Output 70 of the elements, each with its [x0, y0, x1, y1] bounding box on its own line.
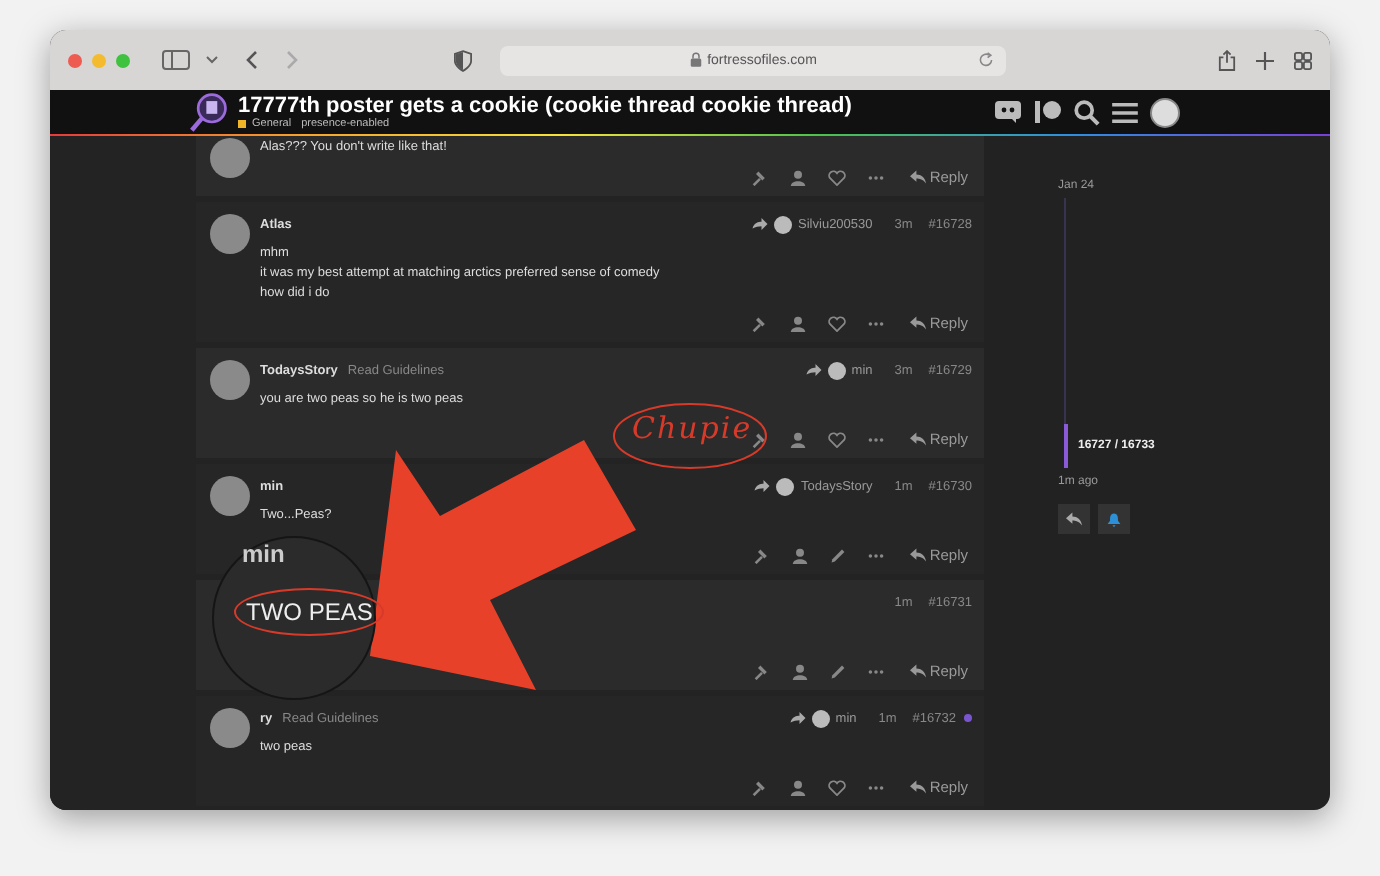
reply-arrow-icon	[805, 364, 822, 376]
shield-icon[interactable]	[454, 49, 472, 71]
gavel-icon[interactable]	[751, 431, 768, 447]
gavel-icon[interactable]	[753, 547, 770, 563]
reply-arrow-icon	[909, 780, 926, 794]
timeline-track[interactable]	[1064, 198, 1066, 468]
reply-arrow-icon	[909, 432, 926, 446]
search-icon[interactable]	[1074, 99, 1100, 125]
reply-arrow-icon	[754, 480, 771, 492]
magnifier-logo-icon[interactable]	[190, 92, 230, 132]
gavel-icon[interactable]	[751, 169, 768, 185]
reply-arrow-icon	[752, 218, 769, 230]
person-icon[interactable]	[789, 431, 806, 447]
reload-icon[interactable]	[978, 52, 994, 68]
person-icon[interactable]	[789, 169, 806, 185]
heart-icon[interactable]	[827, 169, 846, 185]
menu-icon[interactable]	[1112, 101, 1138, 123]
avatar[interactable]	[210, 360, 250, 400]
gavel-icon[interactable]	[751, 779, 768, 795]
reply-arrow-icon	[909, 664, 926, 678]
chevron-down-icon[interactable]	[206, 56, 218, 64]
topic-title[interactable]: 17777th poster gets a cookie (cookie thread cookie thread)	[238, 93, 852, 117]
avatar[interactable]	[210, 138, 250, 178]
handwritten-annotation: Chupie	[632, 410, 753, 446]
reply-arrow-icon	[1066, 512, 1082, 526]
reply-button[interactable]	[1058, 504, 1090, 534]
person-icon[interactable]	[789, 315, 806, 331]
person-icon[interactable]	[791, 663, 808, 679]
close-button[interactable]	[68, 53, 82, 67]
magnified-author-name: min	[242, 540, 287, 568]
back-icon[interactable]	[246, 50, 258, 70]
gavel-icon[interactable]	[751, 315, 768, 331]
sidebar-icon[interactable]	[162, 50, 190, 70]
category-color-square	[238, 120, 246, 128]
avatar[interactable]	[210, 476, 250, 516]
patreon-icon[interactable]	[1034, 100, 1062, 124]
reply-arrow-icon	[909, 170, 926, 184]
heart-icon[interactable]	[827, 315, 846, 331]
tabs-icon[interactable]	[1294, 51, 1312, 69]
heart-icon[interactable]	[827, 779, 846, 795]
reply-arrow-icon	[909, 548, 926, 562]
lock-icon	[689, 52, 702, 68]
person-icon[interactable]	[789, 779, 806, 795]
more-icon[interactable]	[867, 667, 884, 675]
reply-arrow-icon	[789, 712, 806, 724]
more-icon[interactable]	[867, 435, 884, 443]
person-icon[interactable]	[791, 547, 808, 563]
magnified-post-text: TWO PEAS	[234, 588, 385, 636]
pencil-icon[interactable]	[829, 547, 846, 563]
reply-to-avatar	[811, 709, 830, 727]
share-icon[interactable]	[1218, 49, 1236, 71]
more-icon[interactable]	[867, 783, 884, 791]
more-icon[interactable]	[867, 551, 884, 559]
avatar[interactable]	[210, 708, 250, 748]
user-avatar[interactable]	[1150, 97, 1180, 127]
reply-to-avatar	[827, 361, 846, 379]
notification-button[interactable]	[1098, 504, 1130, 534]
more-icon[interactable]	[867, 319, 884, 327]
chat-bubble-icon[interactable]	[994, 100, 1022, 124]
heart-icon[interactable]	[827, 431, 846, 447]
reply-to-avatar	[776, 477, 795, 495]
avatar[interactable]	[210, 214, 250, 254]
plus-icon[interactable]	[1256, 51, 1274, 69]
gavel-icon[interactable]	[753, 663, 770, 679]
pencil-icon[interactable]	[829, 663, 846, 679]
reply-arrow-icon	[909, 316, 926, 330]
bell-icon	[1106, 511, 1122, 527]
reply-to-avatar	[774, 215, 793, 233]
timeline-handle[interactable]	[1063, 424, 1067, 468]
more-icon[interactable]	[867, 173, 884, 181]
